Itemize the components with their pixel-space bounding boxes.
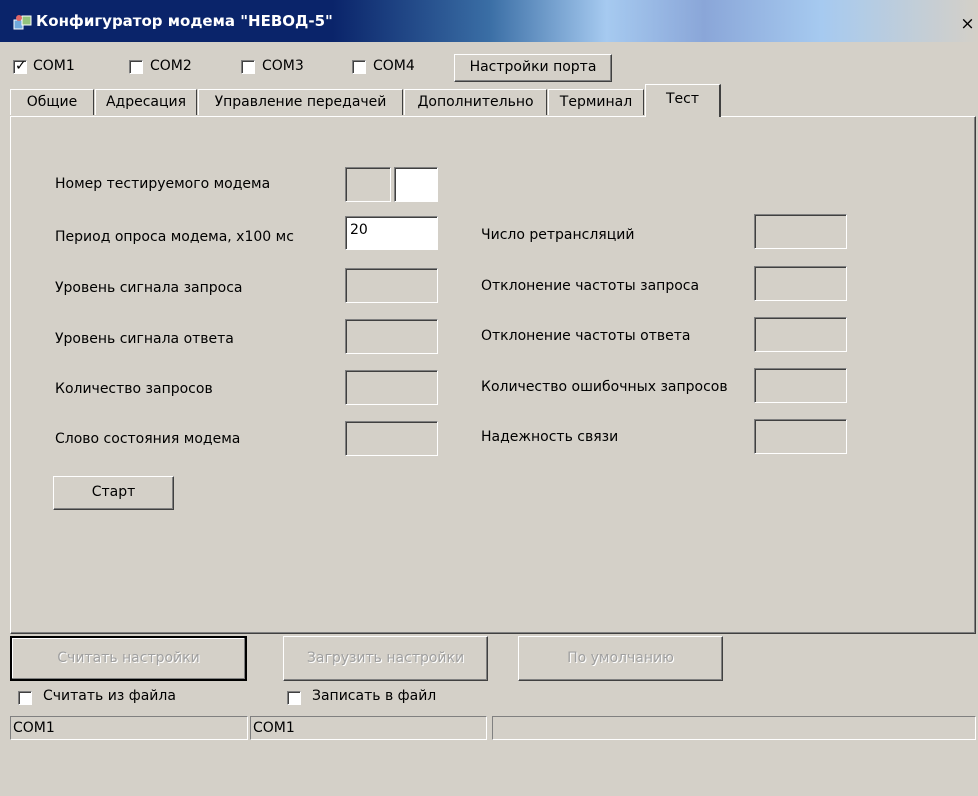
com2-label: COM2 [150, 58, 192, 74]
modem-number-label: Номер тестируемого модема [55, 176, 271, 192]
status-word-label: Слово состояния модема [55, 431, 241, 447]
requests-count-field [345, 370, 438, 405]
request-freq-deviation-field [754, 266, 847, 301]
defaults-button[interactable]: По умолчанию [518, 636, 723, 681]
reliability-label: Надежность связи [481, 429, 619, 445]
close-icon[interactable]: × [957, 15, 978, 35]
tab-additional[interactable]: Дополнительно [404, 89, 547, 115]
request-level-label: Уровень сигнала запроса [55, 280, 243, 296]
com1-label: COM1 [33, 58, 75, 74]
com4-checkbox[interactable] [352, 60, 366, 74]
tab-test[interactable]: Тест [645, 84, 721, 117]
com4-label: COM4 [373, 58, 415, 74]
retranslations-label: Число ретрансляций [481, 227, 635, 243]
status-cell-1: COM1 [10, 716, 248, 740]
status-word-field [345, 421, 438, 456]
modem-number-field-1[interactable] [345, 167, 391, 202]
tab-general[interactable]: Общие [10, 89, 94, 115]
error-requests-field [754, 368, 847, 403]
error-requests-label: Количество ошибочных запросов [481, 379, 728, 395]
status-cell-3 [492, 716, 976, 740]
retranslations-field [754, 214, 847, 249]
poll-period-label: Период опроса модема, x100 мс [55, 229, 294, 245]
poll-period-input[interactable]: 20 [345, 216, 438, 250]
status-cell-2: COM1 [250, 716, 487, 740]
write-to-file-checkbox[interactable] [287, 691, 301, 705]
response-level-field [345, 319, 438, 354]
reliability-field [754, 419, 847, 454]
load-settings-button[interactable]: Загрузить настройки [283, 636, 488, 681]
com3-label: COM3 [262, 58, 304, 74]
write-to-file-label: Записать в файл [312, 688, 437, 704]
com3-checkbox[interactable] [241, 60, 255, 74]
window-title: Конфигуратор модема "НЕВОД-5" [36, 12, 333, 30]
tab-terminal[interactable]: Терминал [548, 89, 644, 115]
requests-count-label: Количество запросов [55, 381, 213, 397]
com2-checkbox[interactable] [129, 60, 143, 74]
request-freq-deviation-label: Отклонение частоты запроса [481, 278, 700, 294]
start-button[interactable]: Старт [53, 476, 174, 510]
com1-checkbox[interactable]: ✓ [13, 58, 27, 74]
read-from-file-checkbox[interactable] [18, 691, 32, 705]
response-freq-deviation-label: Отклонение частоты ответа [481, 328, 691, 344]
read-settings-button[interactable]: Считать настройки [10, 636, 247, 681]
modem-number-field-2[interactable] [394, 167, 438, 202]
tab-addressing[interactable]: Адресация [95, 89, 197, 115]
read-from-file-label: Считать из файла [43, 688, 176, 704]
response-freq-deviation-field [754, 317, 847, 352]
request-level-field [345, 268, 438, 303]
port-settings-button[interactable]: Настройки порта [454, 54, 612, 82]
tab-transfer-control[interactable]: Управление передачей [198, 89, 403, 115]
response-level-label: Уровень сигнала ответа [55, 331, 234, 347]
app-icon [13, 15, 32, 30]
